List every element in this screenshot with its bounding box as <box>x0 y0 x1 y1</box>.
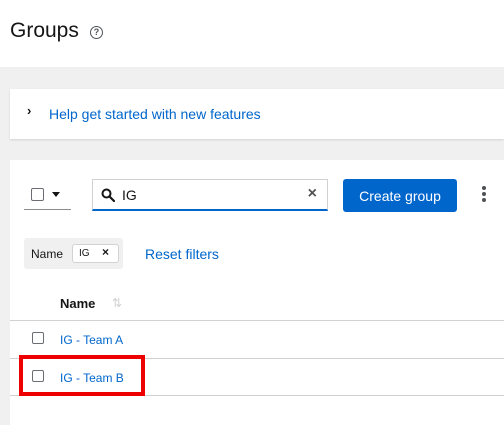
feature-banner[interactable]: › Help get started with new features <box>10 89 504 139</box>
filter-chip-group: Name IG × <box>24 238 123 269</box>
page-header: Groups ? <box>0 0 504 67</box>
table-row-link[interactable]: IG - Team A <box>60 333 123 347</box>
search-input[interactable] <box>122 185 292 205</box>
page-title: Groups <box>10 19 79 42</box>
caret-down-icon[interactable] <box>52 192 60 197</box>
filter-chip: IG × <box>72 244 119 263</box>
banner-link[interactable]: Help get started with new features <box>49 106 261 122</box>
chip-group-label: Name <box>31 247 64 261</box>
row-checkbox[interactable] <box>32 332 44 344</box>
row-divider <box>10 320 504 321</box>
search-box[interactable]: × <box>92 179 328 211</box>
kebab-menu-icon[interactable] <box>482 186 488 204</box>
create-group-button[interactable]: Create group <box>343 179 457 212</box>
column-header-name[interactable]: Name <box>60 296 95 311</box>
highlight-annotation <box>19 355 145 396</box>
chevron-right-icon[interactable]: › <box>27 103 31 118</box>
reset-filters-button[interactable]: Reset filters <box>145 246 219 262</box>
chip-label: IG <box>79 248 90 259</box>
help-icon[interactable]: ? <box>90 26 103 39</box>
bulk-select-checkbox[interactable] <box>31 188 44 201</box>
clear-icon[interactable]: × <box>308 185 317 203</box>
chip-close-icon[interactable]: × <box>102 245 109 259</box>
search-icon <box>101 188 115 202</box>
bulk-select-dropdown[interactable] <box>24 179 71 210</box>
sort-icon[interactable]: ⇅ <box>112 296 122 310</box>
